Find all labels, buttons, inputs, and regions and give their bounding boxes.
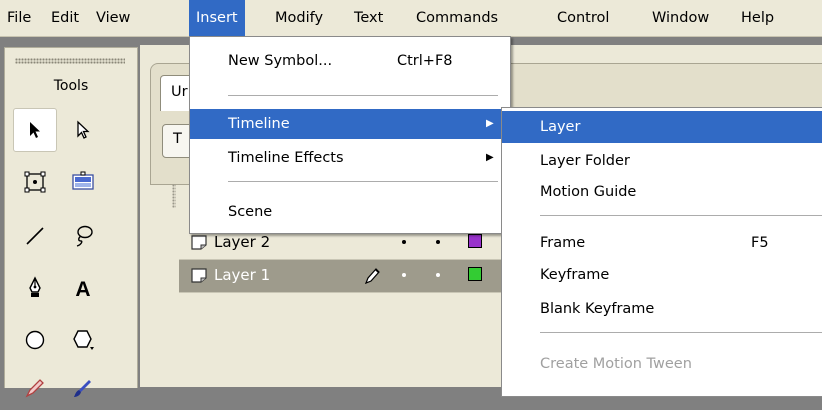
menu-control[interactable]: Control (550, 0, 616, 36)
menu-item-label: Timeline Effects (228, 150, 344, 166)
menu-item-scene[interactable]: Scene (190, 197, 510, 227)
lock-dot[interactable] (436, 240, 440, 244)
line-icon (26, 227, 44, 245)
oval-tool[interactable] (13, 318, 57, 362)
menu-item-shortcut: F5 (751, 235, 769, 251)
menu-item-label: Frame (540, 235, 586, 251)
submenu-item-layer[interactable]: Layer (502, 111, 822, 143)
submenu-item-frame[interactable]: Frame F5 (502, 227, 822, 259)
menu-item-label: Create Motion Tween (540, 356, 692, 372)
menu-separator (540, 215, 822, 216)
lasso-icon (76, 225, 93, 247)
menu-item-label: Blank Keyframe (540, 301, 655, 317)
pencil-icon (25, 379, 44, 398)
menu-item-label: Keyframe (540, 267, 610, 283)
menu-item-new-symbol[interactable]: New Symbol... Ctrl+F8 (190, 46, 510, 76)
brush-icon (74, 380, 91, 397)
arrow-tool[interactable] (13, 108, 57, 152)
submenu-item-layer-folder[interactable]: Layer Folder (502, 145, 822, 177)
menu-text[interactable]: Text (347, 0, 390, 36)
free-transform-icon (24, 171, 46, 193)
oval-icon (25, 330, 45, 350)
menu-bar: File Edit View Insert Modify Text Comman… (0, 0, 822, 37)
outline-color-swatch[interactable] (468, 234, 482, 248)
menu-item-label: Timeline (228, 116, 290, 132)
lasso-tool[interactable] (61, 214, 105, 258)
svg-text:A: A (75, 278, 90, 299)
timeline-grip[interactable] (172, 184, 176, 208)
submenu-item-create-motion-tween[interactable]: Create Motion Tween (502, 348, 822, 380)
text-tool[interactable]: A (61, 266, 105, 310)
pen-tool[interactable] (13, 266, 57, 310)
tools-panel-grip[interactable] (15, 58, 125, 64)
tools-panel-title: Tools (53, 78, 89, 94)
menu-help[interactable]: Help (734, 0, 781, 36)
subselect-tool[interactable] (61, 108, 105, 152)
menu-modify[interactable]: Modify (268, 0, 330, 36)
pencil-edit-icon (364, 268, 380, 285)
pen-icon (29, 276, 41, 297)
insert-menu: New Symbol... Ctrl+F8 Timeline ▶ Timelin… (189, 36, 511, 234)
menu-view[interactable]: View (89, 0, 137, 36)
menu-item-label: Layer Folder (540, 153, 630, 169)
line-tool[interactable] (13, 214, 57, 258)
menu-separator (540, 332, 822, 333)
menu-file[interactable]: File (0, 0, 38, 36)
menu-window[interactable]: Window (645, 0, 716, 36)
visibility-dot[interactable] (402, 240, 406, 244)
arrow-icon (30, 122, 40, 138)
polystar-tool[interactable] (61, 318, 105, 362)
text-icon: A (75, 278, 90, 299)
menu-item-label: New Symbol... (228, 53, 333, 69)
submenu-arrow-icon: ▶ (486, 152, 494, 163)
submenu-item-blank-keyframe[interactable]: Blank Keyframe (502, 293, 822, 325)
layer-name: Layer 2 (214, 233, 271, 251)
submenu-arrow-icon: ▶ (486, 118, 494, 129)
layer-icon (191, 268, 207, 283)
pencil-tool[interactable] (13, 366, 57, 410)
layer-icon (191, 235, 207, 250)
menu-insert[interactable]: Insert (189, 0, 245, 36)
lock-dot[interactable] (436, 273, 440, 277)
menu-item-label: Layer (540, 119, 581, 135)
menu-commands[interactable]: Commands (409, 0, 505, 36)
menu-item-timeline-effects[interactable]: Timeline Effects ▶ (190, 143, 510, 173)
submenu-item-keyframe[interactable]: Keyframe (502, 259, 822, 291)
layer-name: Layer 1 (214, 266, 271, 284)
outline-color-swatch[interactable] (468, 267, 482, 281)
fill-transform-icon (72, 171, 94, 190)
layer-row-selected[interactable]: Layer 1 (179, 260, 501, 293)
free-transform-tool[interactable] (13, 160, 57, 204)
visibility-dot[interactable] (402, 273, 406, 277)
menu-edit[interactable]: Edit (44, 0, 86, 36)
fill-transform-tool[interactable] (61, 160, 105, 204)
menu-separator (228, 181, 498, 182)
menu-item-label: Motion Guide (540, 184, 637, 200)
menu-item-shortcut: Ctrl+F8 (397, 53, 453, 69)
polystar-icon (73, 330, 94, 350)
submenu-item-motion-guide[interactable]: Motion Guide (502, 176, 822, 208)
subselect-icon (77, 120, 90, 139)
brush-tool[interactable] (61, 366, 105, 410)
menu-item-label: Scene (228, 204, 273, 220)
menu-item-timeline[interactable]: Timeline ▶ (190, 109, 510, 139)
tools-panel: Tools A (4, 47, 138, 398)
timeline-submenu: Layer Layer Folder Motion Guide Frame F5… (501, 107, 822, 397)
menu-separator (228, 95, 498, 96)
